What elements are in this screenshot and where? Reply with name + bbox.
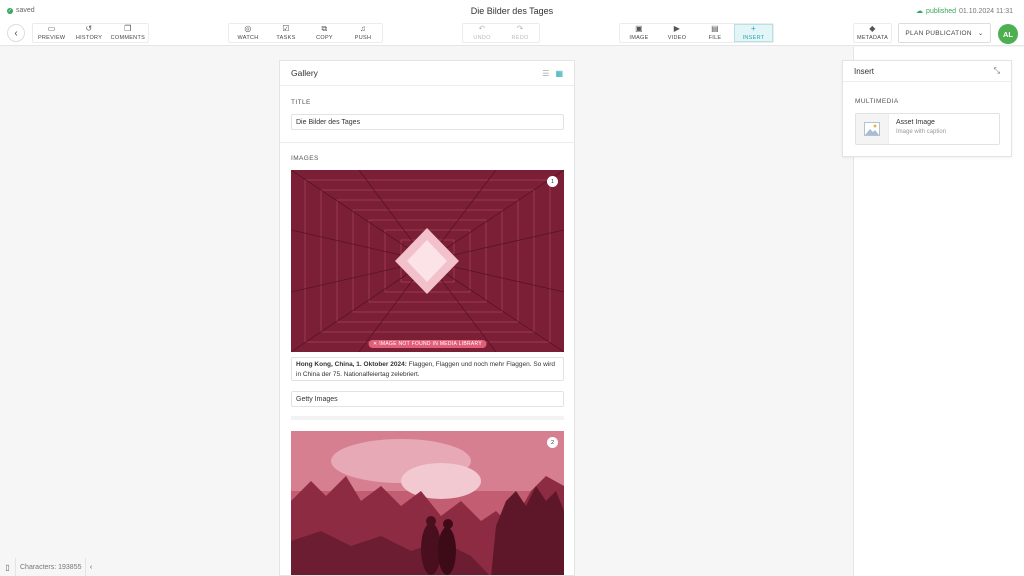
tasks-icon: ☑ <box>282 24 290 33</box>
chevron-left-icon[interactable]: ‹ <box>85 558 95 576</box>
comments-icon: ❐ <box>124 24 132 33</box>
tasks-button[interactable]: ☑ TASKS <box>267 24 305 42</box>
metadata-label: METADATA <box>856 35 889 41</box>
chevron-down-icon: ⌄ <box>977 30 984 37</box>
gallery-image-1[interactable]: 1 ✕ IMAGE NOT FOUND IN MEDIA LIBRARY <box>291 170 564 352</box>
document-title: Die Bilder des Tages <box>470 6 554 16</box>
preview-icon: ▭ <box>47 24 56 33</box>
plan-publication-label: PLAN PUBLICATION <box>905 29 972 37</box>
asset-image-item[interactable]: Asset Image Image with caption <box>855 113 1000 145</box>
bell-icon: ♫ <box>359 24 367 33</box>
file-icon: ▤ <box>711 24 719 33</box>
grid-view-icon[interactable]: ▦ <box>555 69 563 78</box>
redo-icon: ↷ <box>516 24 524 33</box>
push-label: PUSH <box>354 35 372 41</box>
undo-icon: ↶ <box>478 24 486 33</box>
caption-input[interactable]: Hong Kong, China, 1. Oktober 2024: Flagg… <box>291 357 564 381</box>
copy-icon: ⧉ <box>321 24 328 33</box>
top-toolbar: ✓ saved Die Bilder des Tages ☁ published… <box>0 0 1024 46</box>
history-label: HISTORY <box>75 35 103 41</box>
cloud-icon: ☁ <box>916 8 924 15</box>
preview-button[interactable]: ▭ PREVIEW <box>33 24 70 42</box>
history-icon: ↺ <box>85 24 93 33</box>
plan-publication-button[interactable]: PLAN PUBLICATION ⌄ <box>898 23 991 43</box>
picture-icon <box>864 122 880 136</box>
preview-label: PREVIEW <box>37 35 66 41</box>
gallery-header: Gallery ☰ ▦ <box>280 61 574 86</box>
insert-panel: Insert ⤡ MULTIMEDIA Asset Image Image wi… <box>842 60 1012 157</box>
credit-input[interactable]: Getty Images <box>291 391 564 407</box>
toolbar-group-actions: ◎ WATCH ☑ TASKS ⧉ COPY ♫ PUSH <box>228 23 383 43</box>
title-field-label: TITLE <box>291 99 311 106</box>
publish-date: 01.10.2024 11:31 <box>959 7 1013 15</box>
view-toggle: ☰ ▦ <box>542 69 563 78</box>
tasks-label: TASKS <box>276 35 296 41</box>
image-label: IMAGE <box>629 35 649 41</box>
avatar[interactable]: AL <box>998 24 1018 44</box>
toolbar-group-media: ▣ IMAGE ▶ VIDEO ▤ FILE + INSERT <box>619 23 774 43</box>
chevron-left-icon: ‹ <box>14 27 18 39</box>
eye-off-icon: ◎ <box>244 24 252 33</box>
undo-button[interactable]: ↶ UNDO <box>463 24 501 42</box>
image-button[interactable]: ▣ IMAGE <box>620 24 658 42</box>
comments-button[interactable]: ❐ COMMENTS <box>108 24 148 42</box>
publish-status: ☁ published 01.10.2024 11:31 <box>916 7 1013 16</box>
toolbar-group-review: ▭ PREVIEW ↺ HISTORY ❐ COMMENTS <box>32 23 149 43</box>
toolbar-group-metadata: ◆ METADATA <box>853 23 892 43</box>
multimedia-section-label: MULTIMEDIA <box>855 98 899 105</box>
redo-button[interactable]: ↷ REDO <box>501 24 539 42</box>
tag-icon: ◆ <box>869 24 876 33</box>
image-separator <box>291 416 564 420</box>
image-error-label: IMAGE NOT FOUND IN MEDIA LIBRARY <box>379 341 482 347</box>
asset-image-description: Image with caption <box>896 129 947 135</box>
image-placeholder-forest-fire <box>291 431 564 575</box>
file-button[interactable]: ▤ FILE <box>696 24 734 42</box>
copy-button[interactable]: ⧉ COPY <box>305 24 344 42</box>
image-number-badge: 1 <box>547 176 558 187</box>
copy-label: COPY <box>316 35 333 41</box>
undo-label: UNDO <box>473 35 491 41</box>
images-field-label: IMAGES <box>291 155 319 162</box>
video-icon: ▶ <box>673 24 681 33</box>
insert-panel-header: Insert ⤡ <box>843 61 1011 82</box>
asset-image-name: Asset Image <box>896 119 935 126</box>
list-view-icon[interactable]: ☰ <box>542 69 549 78</box>
gallery-editor: Gallery ☰ ▦ TITLE Die Bilder des Tages I… <box>279 60 575 576</box>
insert-label: INSERT <box>742 35 765 41</box>
image-number-badge: 2 <box>547 437 558 448</box>
video-label: VIDEO <box>667 35 687 41</box>
image-error-badge: ✕ IMAGE NOT FOUND IN MEDIA LIBRARY <box>368 340 487 348</box>
video-button[interactable]: ▶ VIDEO <box>658 24 696 42</box>
watch-button[interactable]: ◎ WATCH <box>229 24 267 42</box>
title-input[interactable]: Die Bilder des Tages <box>291 114 564 130</box>
document-icon: ▯ <box>0 558 16 576</box>
caption-location: Hong Kong, China, 1. Oktober 2024: <box>296 361 407 368</box>
status-bar: ▯ Characters: 193855 ‹ <box>0 558 96 576</box>
redo-label: REDO <box>511 35 529 41</box>
collapse-icon[interactable]: ⤡ <box>994 66 1000 76</box>
metadata-button[interactable]: ◆ METADATA <box>854 24 891 42</box>
publish-status-label: published <box>926 7 957 15</box>
image-icon: ▣ <box>635 24 643 33</box>
history-button[interactable]: ↺ HISTORY <box>70 24 107 42</box>
back-button[interactable]: ‹ <box>7 24 25 42</box>
plus-icon: + <box>751 24 756 33</box>
watch-label: WATCH <box>237 35 259 41</box>
file-label: FILE <box>708 35 722 41</box>
comments-label: COMMENTS <box>110 35 146 41</box>
toolbar-group-history: ↶ UNDO ↷ REDO <box>462 23 540 43</box>
push-button[interactable]: ♫ PUSH <box>344 24 382 42</box>
image-placeholder-tunnel <box>291 170 564 352</box>
gallery-image-2[interactable]: 2 <box>291 431 564 575</box>
gallery-title: Gallery <box>291 68 318 78</box>
insert-panel-title: Insert <box>854 66 875 76</box>
character-count: Characters: 193855 <box>20 563 82 571</box>
insert-button[interactable]: + INSERT <box>734 24 773 42</box>
image-placeholder-icon <box>856 114 889 144</box>
divider <box>280 142 574 143</box>
